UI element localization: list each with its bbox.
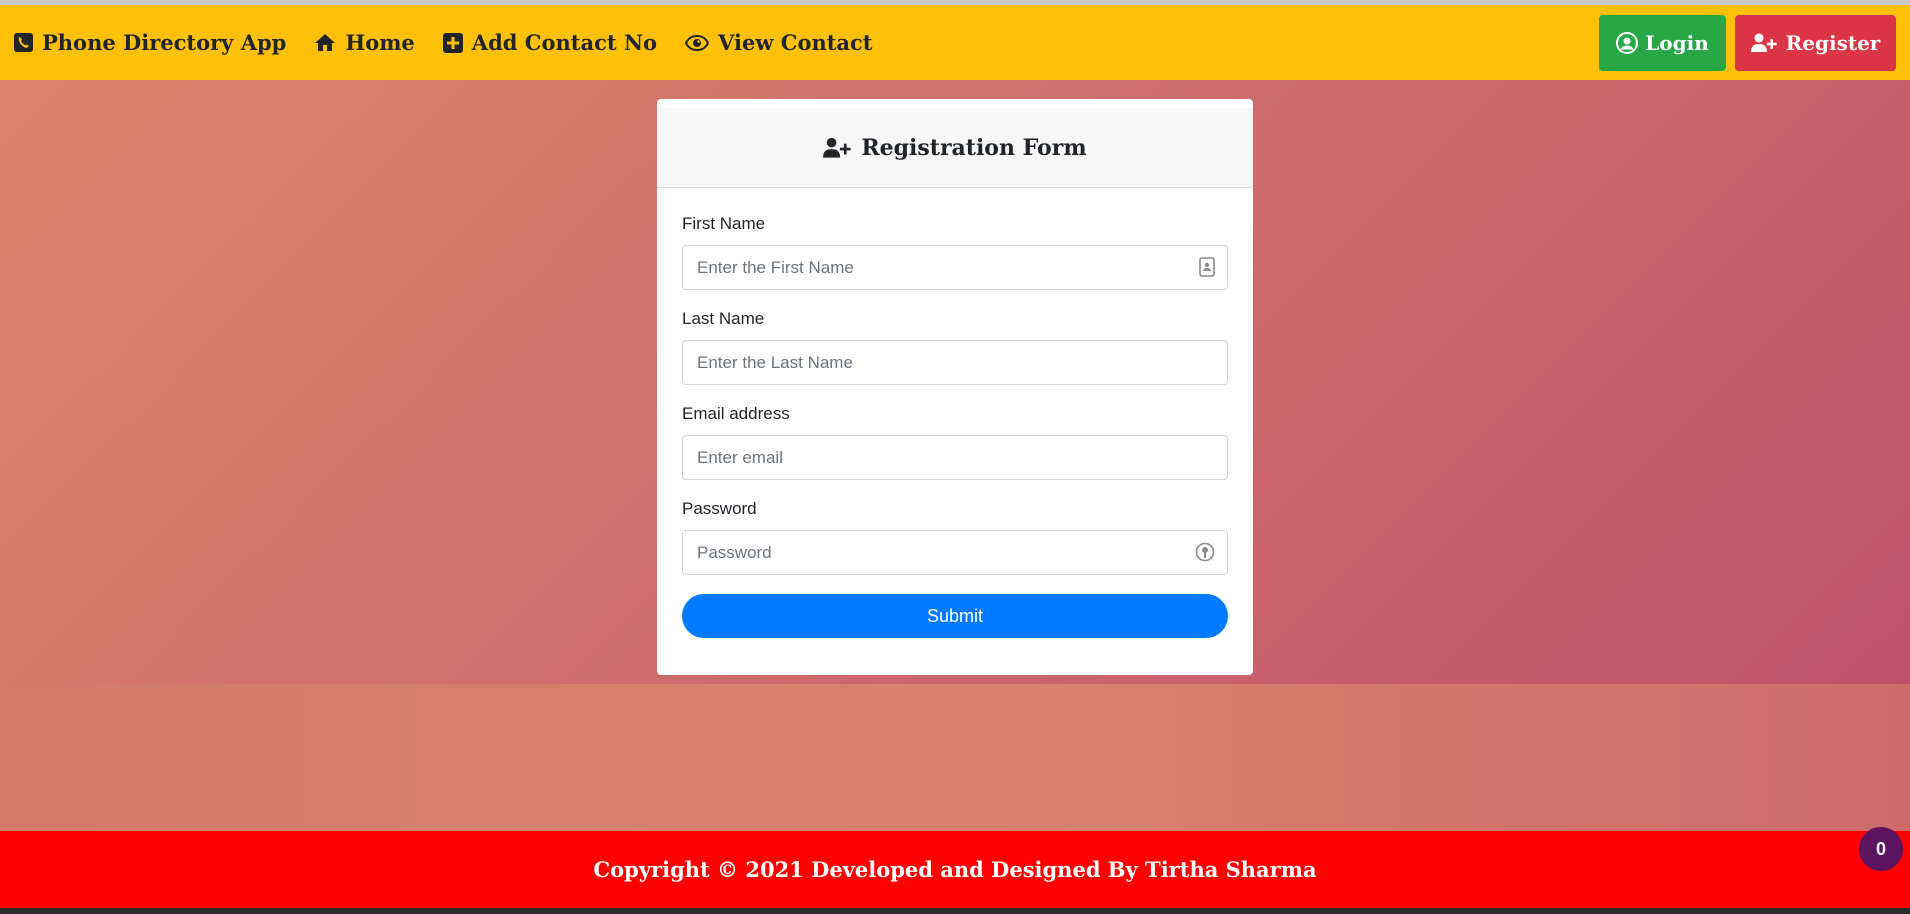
home-icon xyxy=(314,33,336,52)
phone-icon xyxy=(14,33,33,52)
user-circle-icon xyxy=(1616,31,1639,54)
register-button[interactable]: Register xyxy=(1735,14,1896,71)
last-name-input[interactable] xyxy=(682,340,1228,385)
nav-view-contact-label: View Contact xyxy=(718,30,873,55)
form-title: Registration Form xyxy=(861,134,1087,161)
lower-background xyxy=(0,684,1910,831)
bottom-border xyxy=(0,908,1910,914)
password-label: Password xyxy=(682,499,757,518)
nav-left: Phone Directory App Home Add Contact No … xyxy=(0,5,901,80)
last-name-group: Last Name xyxy=(682,309,1228,385)
first-name-wrap xyxy=(682,245,1228,290)
nav-home-label: Home xyxy=(345,30,415,55)
register-label: Register xyxy=(1785,30,1881,55)
nav-view-contact[interactable]: View Contact xyxy=(685,5,873,80)
password-wrap xyxy=(682,530,1228,575)
plus-square-icon xyxy=(442,32,463,53)
registration-card: Registration Form First Name Last Name E… xyxy=(657,99,1253,675)
navbar: Phone Directory App Home Add Contact No … xyxy=(0,5,1910,80)
key-icon[interactable] xyxy=(1195,542,1215,562)
nav-home[interactable]: Home xyxy=(314,5,415,80)
footer: Copyright © 2021 Developed and Designed … xyxy=(0,831,1910,908)
email-group: Email address xyxy=(682,404,1228,480)
first-name-input[interactable] xyxy=(682,245,1228,290)
first-name-label: First Name xyxy=(682,214,766,233)
user-plus-icon xyxy=(823,137,853,159)
footer-copyright: Copyright © 2021 Developed and Designed … xyxy=(593,857,1317,882)
login-label: Login xyxy=(1645,30,1709,55)
brand-label: Phone Directory App xyxy=(42,30,287,55)
nav-right: Login Register xyxy=(1599,5,1896,80)
last-name-label: Last Name xyxy=(682,309,765,328)
notification-badge[interactable]: 0 xyxy=(1859,827,1903,871)
user-plus-icon xyxy=(1750,33,1779,53)
nav-add-contact[interactable]: Add Contact No xyxy=(442,5,658,80)
login-button[interactable]: Login xyxy=(1599,14,1726,71)
brand-link[interactable]: Phone Directory App xyxy=(14,5,286,80)
nav-add-contact-label: Add Contact No xyxy=(471,30,658,55)
eye-icon xyxy=(685,34,710,51)
password-input[interactable] xyxy=(682,530,1228,575)
card-body: First Name Last Name Email address Passw… xyxy=(657,188,1253,638)
card-title: Registration Form xyxy=(823,134,1087,161)
contact-card-icon[interactable] xyxy=(1199,257,1215,277)
password-group: Password xyxy=(682,499,1228,575)
email-label: Email address xyxy=(682,404,790,423)
first-name-group: First Name xyxy=(682,214,1228,290)
submit-button[interactable]: Submit xyxy=(682,594,1228,638)
email-input[interactable] xyxy=(682,435,1228,480)
card-header: Registration Form xyxy=(657,108,1253,188)
